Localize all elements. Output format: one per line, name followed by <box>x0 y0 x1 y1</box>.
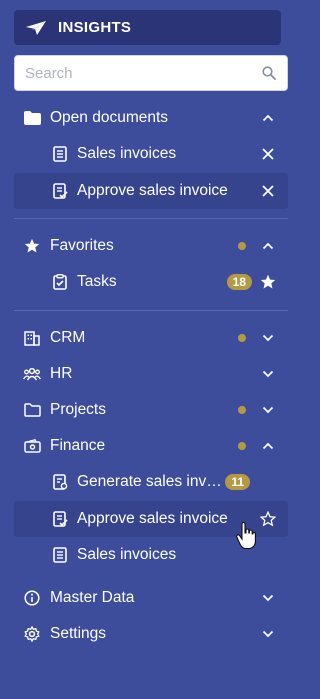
chevron-up-icon[interactable] <box>260 438 276 454</box>
open-document-item-active[interactable]: Approve sales invoice <box>14 173 288 209</box>
building-icon <box>23 329 41 347</box>
folder-icon <box>23 109 41 127</box>
chevron-down-icon[interactable] <box>260 590 276 606</box>
app-brand-header[interactable]: INSIGHTS <box>14 10 281 45</box>
star-filled-icon[interactable] <box>260 274 276 290</box>
section-favorites[interactable]: Favorites <box>14 228 288 264</box>
clipboard-check-icon <box>51 273 69 291</box>
finance-item-generate-sales-invoices[interactable]: Generate sales invoices 11 <box>14 464 288 500</box>
info-circle-icon <box>23 589 41 607</box>
nav-item-master-data[interactable]: Master Data <box>14 580 288 616</box>
count-badge: 18 <box>226 274 252 290</box>
gear-icon <box>23 625 41 643</box>
search-input[interactable] <box>25 64 261 82</box>
item-label: Sales invoices <box>77 546 177 563</box>
status-dot <box>238 442 246 450</box>
document-check-icon <box>51 510 69 528</box>
nav-label: Master Data <box>50 589 135 606</box>
document-check-icon <box>51 182 69 200</box>
nav-item-finance[interactable]: Finance <box>14 428 288 464</box>
chevron-down-icon[interactable] <box>260 626 276 642</box>
chevron-up-icon[interactable] <box>260 238 276 254</box>
item-label: Generate sales invoices <box>77 473 226 490</box>
item-label: Tasks <box>77 273 117 290</box>
divider <box>14 310 288 311</box>
nav-item-settings[interactable]: Settings <box>14 616 288 652</box>
item-label: Sales invoices <box>77 145 177 162</box>
star-outline-icon[interactable] <box>260 511 276 527</box>
status-dot <box>238 242 246 250</box>
hand-pointer-cursor-icon <box>236 521 256 550</box>
wallet-icon <box>23 437 41 455</box>
section-label: Favorites <box>50 237 114 254</box>
close-icon[interactable] <box>260 183 276 199</box>
nav-item-crm[interactable]: CRM <box>14 320 288 356</box>
search-icon[interactable] <box>261 65 277 81</box>
nav-label: Finance <box>50 437 106 454</box>
nav-label: Projects <box>50 401 106 418</box>
section-open-documents[interactable]: Open documents <box>14 100 288 136</box>
document-gear-icon <box>51 473 69 491</box>
people-group-icon <box>23 365 41 383</box>
app-title: INSIGHTS <box>58 19 132 36</box>
section-label: Open documents <box>50 109 169 126</box>
status-dot <box>238 334 246 342</box>
chevron-down-icon[interactable] <box>260 330 276 346</box>
paper-plane-logo-icon <box>26 20 48 36</box>
folder-outline-icon <box>23 401 41 419</box>
chevron-down-icon[interactable] <box>260 402 276 418</box>
star-filled-icon <box>23 237 41 255</box>
chevron-down-icon[interactable] <box>260 366 276 382</box>
favorite-item-tasks[interactable]: Tasks 18 <box>14 264 288 300</box>
count-badge: 11 <box>225 474 250 490</box>
nav-label: HR <box>50 365 73 382</box>
open-document-item[interactable]: Sales invoices <box>14 136 288 172</box>
nav-item-hr[interactable]: HR <box>14 356 288 392</box>
nav-label: CRM <box>50 329 86 346</box>
nav-item-projects[interactable]: Projects <box>14 392 288 428</box>
document-list-icon <box>51 546 69 564</box>
close-icon[interactable] <box>260 146 276 162</box>
status-dot <box>238 406 246 414</box>
search-box[interactable] <box>14 55 288 91</box>
item-label: Approve sales invoice <box>77 182 228 199</box>
chevron-up-icon[interactable] <box>260 110 276 126</box>
divider <box>14 218 288 219</box>
document-list-icon <box>51 145 69 163</box>
nav-label: Settings <box>50 625 107 642</box>
item-label: Approve sales invoice <box>77 510 228 527</box>
